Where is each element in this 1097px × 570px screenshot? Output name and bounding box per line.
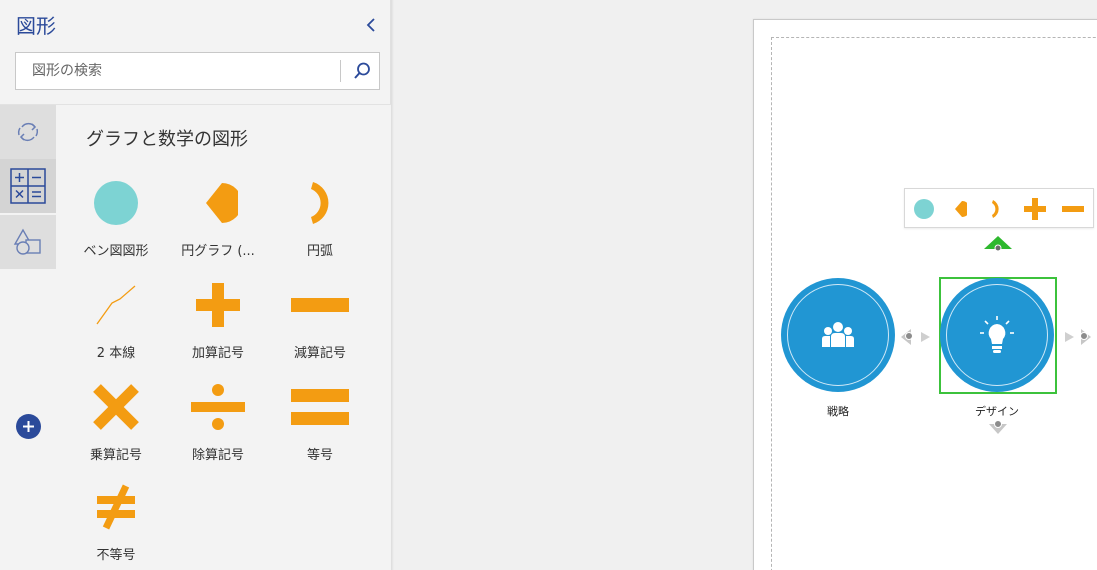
search-icon: [354, 62, 370, 79]
add-stencil-button[interactable]: [16, 414, 41, 439]
minus-shape-icon: [1062, 206, 1084, 212]
shape-label: 乗算記号: [89, 448, 142, 463]
multiply-shape-icon: [66, 375, 166, 439]
diagram-node-strategy[interactable]: [781, 278, 895, 392]
people-icon: [781, 278, 895, 392]
cycle-icon: [17, 122, 39, 142]
shape-tile-two-lines[interactable]: 2 本線: [66, 273, 166, 369]
plus-shape-icon: [1024, 198, 1046, 220]
shape-label: 2 本線: [96, 346, 136, 361]
stencil-cycle[interactable]: [0, 105, 56, 159]
shapes-panel: 図形 図形の検索 グラフと数学の図形 ベン図図形 円グラフ (... 円弧 2 …: [0, 0, 391, 570]
search-box: [15, 52, 380, 90]
shape-gallery: グラフと数学の図形 ベン図図形 円グラフ (... 円弧 2 本線 加算記号 減…: [57, 105, 391, 570]
panel-title: 図形: [16, 14, 56, 38]
node-label-strategy: 戦略: [827, 405, 849, 418]
shape-tile-minus[interactable]: 減算記号: [270, 273, 370, 369]
shape-tile-pie[interactable]: 円グラフ (...: [168, 171, 268, 267]
search-input[interactable]: [16, 53, 341, 89]
stencil-math[interactable]: [0, 159, 56, 213]
plus-shape-icon: [168, 273, 268, 337]
shape-label: 円弧: [306, 244, 333, 259]
quick-venn-button[interactable]: [910, 195, 938, 223]
shape-label: 減算記号: [293, 346, 346, 361]
shape-label: 等号: [306, 448, 333, 463]
connector-arrow-down-icon[interactable]: [987, 418, 1009, 436]
shape-tile-divide[interactable]: 除算記号: [168, 375, 268, 471]
shape-label: 不等号: [96, 548, 136, 563]
arc-shape-icon: [270, 171, 370, 235]
shape-label: 加算記号: [191, 346, 244, 361]
plus-icon: [23, 421, 34, 432]
not-equal-shape-icon: [66, 475, 166, 539]
gallery-title: グラフと数学の図形: [86, 129, 248, 150]
pie-shape-icon: [168, 171, 268, 235]
shapes-icon: [13, 228, 41, 255]
venn-shape-icon: [914, 199, 934, 219]
equal-shape-icon: [270, 375, 370, 439]
shape-tile-plus[interactable]: 加算記号: [168, 273, 268, 369]
drawing-canvas[interactable]: 戦略 デザイン: [394, 0, 1097, 570]
venn-shape-icon: [66, 171, 166, 235]
math-icon: [10, 168, 46, 204]
chevron-left-icon: [366, 18, 375, 32]
diagram-node-design[interactable]: [940, 278, 1054, 392]
quick-shapes-toolbar: [904, 188, 1094, 228]
quick-pie-button[interactable]: [946, 195, 974, 223]
stencil-rail: [0, 105, 57, 570]
shape-label: ベン図図形: [83, 244, 149, 259]
shape-tile-multiply[interactable]: 乗算記号: [66, 375, 166, 471]
arc-shape-icon: [992, 200, 999, 218]
connector-arrow-right-icon[interactable]: [1062, 327, 1097, 347]
quick-arc-button[interactable]: [982, 195, 1010, 223]
shape-tile-arc[interactable]: 円弧: [270, 171, 370, 267]
search-divider: [340, 60, 341, 82]
search-button[interactable]: [349, 58, 375, 84]
two-lines-shape-icon: [66, 273, 166, 337]
app-root: 図形 図形の検索 グラフと数学の図形 ベン図図形 円グラフ (... 円弧 2 …: [0, 0, 1097, 570]
lightbulb-icon: [940, 278, 1054, 392]
quick-plus-button[interactable]: [1021, 195, 1049, 223]
stencil-basic-shapes[interactable]: [0, 215, 56, 269]
quick-minus-button[interactable]: [1059, 195, 1087, 223]
shape-label: 除算記号: [191, 448, 244, 463]
divide-shape-icon: [168, 375, 268, 439]
shape-label: 円グラフ (...: [181, 244, 255, 259]
shape-tile-venn[interactable]: ベン図図形: [66, 171, 166, 267]
minus-shape-icon: [270, 273, 370, 337]
collapse-panel-button[interactable]: [360, 12, 382, 38]
connector-arrow-left-icon[interactable]: [897, 327, 933, 347]
node-label-design: デザイン: [975, 405, 1019, 418]
shape-tile-not-equal[interactable]: 不等号: [66, 475, 166, 570]
shape-tile-equal[interactable]: 等号: [270, 375, 370, 471]
green-up-arrow-icon[interactable]: [982, 234, 1014, 252]
pie-shape-icon: [955, 201, 967, 217]
